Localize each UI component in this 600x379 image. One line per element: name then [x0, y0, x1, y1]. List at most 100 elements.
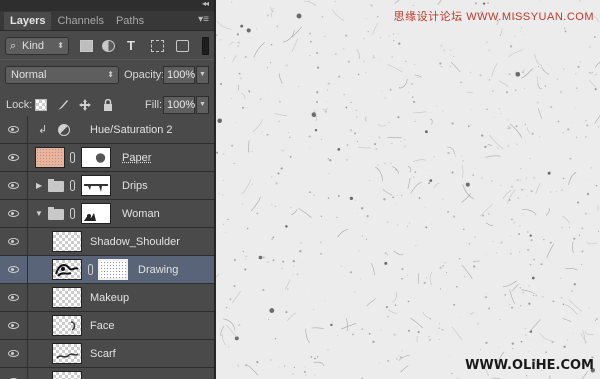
paper-speck: [357, 212, 358, 214]
layer-row[interactable]: ▼ Woman: [0, 200, 214, 228]
layer-name[interactable]: Drips: [122, 180, 148, 192]
opacity-input[interactable]: 100%: [163, 66, 195, 84]
paper-spot: [349, 196, 354, 201]
layer-row[interactable]: Scarf: [0, 340, 214, 368]
layer-row[interactable]: ▶ Drips: [0, 172, 214, 200]
paper-speck: [386, 254, 389, 256]
visibility-toggle[interactable]: [0, 144, 28, 172]
paper-speck: [597, 125, 600, 128]
type-layer-filter-icon[interactable]: T: [127, 39, 140, 52]
mask-link-icon[interactable]: [70, 152, 75, 163]
lock-all-icon[interactable]: [102, 98, 114, 111]
mask-link-icon[interactable]: [70, 180, 75, 191]
paper-fiber: [240, 93, 246, 100]
select-arrows-icon: ⬍: [107, 70, 114, 79]
paper-speck: [241, 203, 244, 206]
paper-speck: [556, 78, 558, 80]
folder-icon: [48, 179, 64, 192]
paper-fiber: [546, 243, 555, 259]
layer-row-selected[interactable]: Drawing: [0, 256, 214, 284]
paper-speck: [516, 179, 519, 182]
visibility-toggle[interactable]: [0, 116, 28, 144]
paper-speck: [239, 77, 243, 80]
filter-kind-select[interactable]: ⌕ Kind ⬍: [5, 37, 69, 55]
paper-speck: [508, 303, 511, 306]
visibility-toggle[interactable]: [0, 228, 28, 256]
pixel-layer-filter-icon[interactable]: [80, 40, 93, 52]
visibility-toggle[interactable]: [0, 256, 28, 284]
paper-speck: [447, 211, 449, 213]
lock-position-icon[interactable]: [79, 99, 91, 111]
paper-speck: [368, 332, 371, 335]
paper-speck: [495, 251, 498, 254]
paper-speck: [230, 144, 234, 147]
panel-menu-icon[interactable]: ▾≡: [198, 14, 209, 25]
tab-paths[interactable]: Paths: [110, 12, 150, 30]
paper-fiber: [225, 324, 237, 338]
adjustment-layer-filter-icon[interactable]: [102, 40, 115, 52]
fill-input[interactable]: 100%: [163, 96, 195, 114]
layer-row[interactable]: Makeup: [0, 284, 214, 312]
mask-link-icon[interactable]: [70, 208, 75, 219]
smart-object-filter-icon[interactable]: [176, 40, 189, 52]
paper-speck: [400, 141, 402, 143]
paper-speck: [533, 319, 535, 321]
paper-speck: [284, 365, 286, 367]
lock-image-pixels-icon[interactable]: [57, 99, 69, 111]
panel-top-strip: ◂◂: [0, 0, 214, 11]
layer-row[interactable]: Face: [0, 312, 214, 340]
visibility-toggle[interactable]: [0, 200, 28, 228]
lock-transparent-pixels-icon[interactable]: [35, 99, 47, 111]
visibility-toggle[interactable]: [0, 340, 28, 368]
document-canvas[interactable]: 思缘设计论坛 WWW.MISSYUAN.COM WWW.OLiHE.COM: [216, 0, 600, 379]
paper-speck: [328, 172, 330, 175]
layer-name[interactable]: Hue/Saturation 2: [90, 124, 173, 136]
opacity-dropdown-icon[interactable]: ▼: [196, 66, 209, 84]
paper-spot: [529, 234, 532, 237]
paper-fiber: [429, 118, 433, 125]
paper-spot: [547, 171, 551, 175]
paper-speck: [396, 203, 397, 205]
layer-row[interactable]: Shadow_Shoulder: [0, 228, 214, 256]
paper-speck: [347, 60, 351, 63]
layer-name[interactable]: Makeup: [90, 292, 129, 304]
paper-speck: [453, 303, 456, 306]
paper-speck: [417, 76, 419, 78]
tab-layers[interactable]: Layers: [4, 12, 52, 30]
shape-layer-filter-icon[interactable]: [151, 40, 164, 52]
visibility-toggle[interactable]: [0, 172, 28, 200]
paper-speck: [321, 16, 324, 18]
layer-row[interactable]: Paper: [0, 144, 214, 172]
paper-speck: [524, 334, 527, 336]
eye-icon: [8, 266, 19, 273]
layer-name[interactable]: Drawing: [138, 264, 178, 276]
tab-channels[interactable]: Channels: [51, 12, 109, 30]
layer-name[interactable]: Paper: [122, 152, 151, 164]
paper-speck: [589, 46, 591, 48]
layer-row[interactable]: ↲ Hue/Saturation 2: [0, 116, 214, 144]
blend-mode-select[interactable]: Normal ⬍: [5, 66, 119, 84]
collapse-arrow-icon[interactable]: ▼: [35, 209, 43, 218]
layer-row[interactable]: [0, 368, 214, 379]
mask-link-icon[interactable]: [88, 264, 93, 275]
fill-dropdown-icon[interactable]: ▼: [196, 96, 209, 114]
layer-name[interactable]: Woman: [122, 208, 160, 220]
collapse-panel-icon[interactable]: ◂◂: [202, 0, 209, 8]
expand-arrow-icon[interactable]: ▶: [36, 181, 42, 190]
visibility-toggle[interactable]: [0, 284, 28, 312]
paper-speck: [300, 241, 303, 245]
layer-name[interactable]: Shadow_Shoulder: [90, 236, 180, 248]
visibility-toggle[interactable]: [0, 368, 28, 379]
layer-name[interactable]: Scarf: [90, 348, 116, 360]
visibility-toggle[interactable]: [0, 312, 28, 340]
paper-speck: [527, 248, 530, 252]
paper-speck: [511, 289, 512, 291]
layer-name[interactable]: Face: [90, 320, 114, 332]
paper-speck: [426, 277, 427, 279]
filter-toggle[interactable]: [202, 37, 209, 55]
paper-speck: [556, 191, 557, 193]
paper-speck: [281, 267, 283, 269]
paper-speck: [401, 267, 404, 271]
paper-speck: [237, 364, 240, 368]
paper-fiber: [521, 209, 537, 216]
